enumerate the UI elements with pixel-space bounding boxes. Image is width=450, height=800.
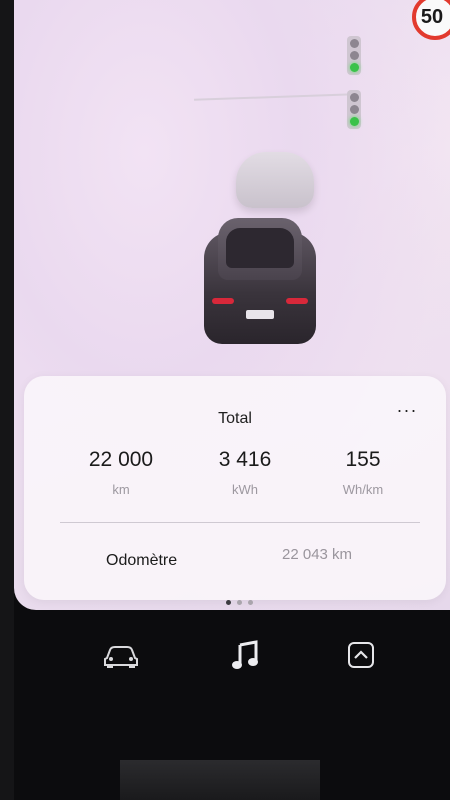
chevron-up-icon bbox=[348, 642, 374, 668]
ego-vehicle bbox=[204, 218, 316, 346]
screen-bezel bbox=[0, 0, 14, 800]
car-icon bbox=[104, 646, 138, 668]
expand-button[interactable] bbox=[336, 630, 386, 680]
odometer-value: 22 043 km bbox=[282, 546, 353, 563]
road-marking bbox=[194, 93, 354, 101]
stat-value: 22 000 bbox=[88, 448, 154, 471]
bottom-bezel bbox=[120, 760, 320, 800]
card-title: Total bbox=[218, 410, 252, 427]
page-dot[interactable] bbox=[236, 600, 242, 605]
stat-unit: Wh/km bbox=[342, 482, 384, 497]
trip-card: Total ··· 22 000 km 3 416 kWh 155 Wh/km … bbox=[24, 376, 446, 600]
stat-distance: 22 000 km bbox=[56, 448, 186, 497]
page-dot[interactable] bbox=[247, 600, 253, 605]
odometer-label: Odomètre bbox=[106, 552, 178, 569]
divider bbox=[60, 522, 420, 523]
lead-vehicle bbox=[236, 152, 314, 208]
traffic-light-icon bbox=[347, 90, 361, 129]
stat-consumption: 155 Wh/km bbox=[298, 448, 428, 497]
stat-value: 155 bbox=[345, 448, 381, 471]
traffic-light-icon bbox=[347, 36, 361, 75]
music-note-icon bbox=[232, 640, 258, 669]
stat-value: 3 416 bbox=[218, 448, 272, 471]
music-button[interactable] bbox=[220, 630, 270, 680]
more-options-button[interactable]: ··· bbox=[394, 401, 420, 424]
car-button[interactable] bbox=[96, 630, 146, 680]
stat-unit: kWh bbox=[232, 482, 258, 497]
page-indicator bbox=[0, 600, 450, 605]
speed-limit-value: 50 bbox=[420, 5, 444, 28]
stat-energy: 3 416 kWh bbox=[180, 448, 310, 497]
page-dot[interactable] bbox=[225, 600, 231, 605]
stat-unit: km bbox=[112, 482, 130, 497]
